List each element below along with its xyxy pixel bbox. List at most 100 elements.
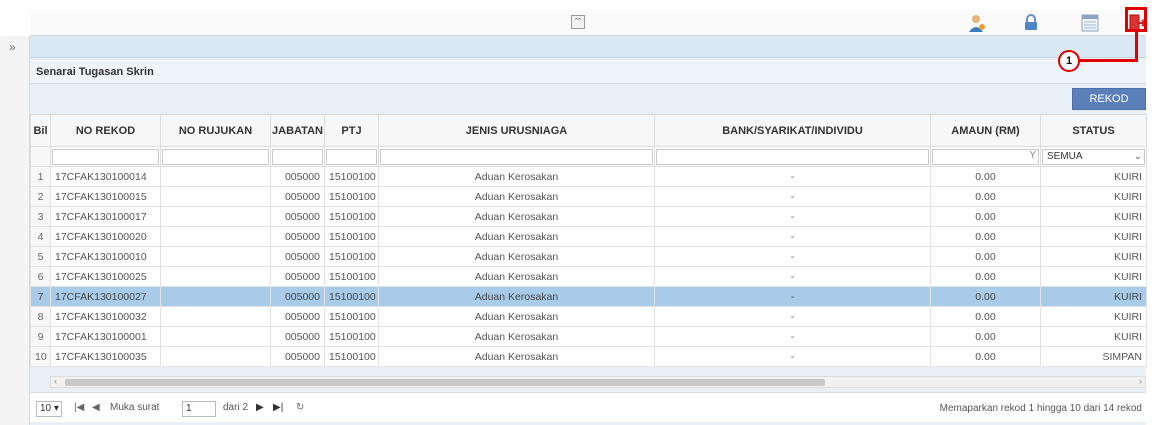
col-header-status[interactable]: STATUS bbox=[1040, 114, 1147, 147]
left-rail: » bbox=[0, 36, 30, 425]
cell-ptj: 15100100 bbox=[324, 186, 379, 207]
col-header-bil[interactable]: Bil bbox=[30, 114, 51, 147]
page-label: Muka surat bbox=[110, 402, 160, 413]
cell-jabatan: 005000 bbox=[270, 306, 325, 327]
cell-bil: 5 bbox=[30, 246, 51, 267]
cell-no-rujukan bbox=[160, 166, 271, 187]
cell-bank: - bbox=[654, 286, 931, 307]
table-row[interactable]: 1 17CFAK130100014 005000 15100100 Aduan Kero… bbox=[30, 166, 1147, 187]
panel-header-bar bbox=[30, 36, 1146, 58]
cell-ptj: 15100100 bbox=[324, 286, 379, 307]
col-header-ptj[interactable]: PTJ bbox=[324, 114, 379, 147]
cell-bil: 7 bbox=[30, 286, 51, 307]
callout-line bbox=[1135, 32, 1138, 61]
filter-jabatan-input[interactable] bbox=[272, 148, 323, 165]
expand-sidebar-icon[interactable]: » bbox=[9, 40, 16, 54]
table-row[interactable]: 5 17CFAK130100010 005000 15100100 Aduan Kero… bbox=[30, 246, 1147, 267]
cell-jenis-urusniaga: Aduan Kerosakan bbox=[378, 206, 655, 227]
col-header-no-rekod[interactable]: NO REKOD bbox=[50, 114, 161, 147]
filter-jenis-input[interactable] bbox=[380, 148, 653, 165]
lock-icon[interactable] bbox=[1021, 13, 1041, 33]
scroll-left-icon[interactable]: ‹ bbox=[54, 376, 57, 386]
cell-amaun: 0.00 bbox=[930, 246, 1041, 267]
first-page-icon[interactable]: |◀ bbox=[74, 402, 84, 413]
cell-ptj: 15100100 bbox=[324, 306, 379, 327]
filter-no-rekod-input[interactable] bbox=[52, 148, 159, 165]
page-number-input[interactable]: 1 bbox=[182, 401, 216, 417]
filter-amaun-input[interactable]: Υ bbox=[932, 148, 1039, 165]
cell-status: KUIRI bbox=[1040, 326, 1147, 347]
cell-bil: 10 bbox=[30, 346, 51, 367]
cell-jenis-urusniaga: Aduan Kerosakan bbox=[378, 166, 655, 187]
collapse-header-icon[interactable]: ˆˆ bbox=[571, 15, 585, 29]
cell-amaun: 0.00 bbox=[930, 206, 1041, 227]
next-page-icon[interactable]: ▶ bbox=[256, 402, 264, 413]
cell-status: KUIRI bbox=[1040, 246, 1147, 267]
filter-ptj-input[interactable] bbox=[326, 148, 377, 165]
cell-bank: - bbox=[654, 246, 931, 267]
scroll-right-icon[interactable]: › bbox=[1139, 376, 1142, 386]
cell-status: KUIRI bbox=[1040, 306, 1147, 327]
table-row[interactable]: 2 17CFAK130100015 005000 15100100 Aduan Kero… bbox=[30, 186, 1147, 207]
filter-cell bbox=[654, 146, 931, 167]
col-header-no-rujukan[interactable]: NO RUJUKAN bbox=[160, 114, 271, 147]
filter-cell bbox=[324, 146, 379, 167]
cell-amaun: 0.00 bbox=[930, 346, 1041, 367]
cell-no-rekod: 17CFAK130100027 bbox=[50, 286, 161, 307]
cell-bank: - bbox=[654, 266, 931, 287]
cell-no-rekod: 17CFAK130100035 bbox=[50, 346, 161, 367]
chevron-down-icon: ⌄ bbox=[1133, 150, 1142, 162]
cell-ptj: 15100100 bbox=[324, 346, 379, 367]
cell-amaun: 0.00 bbox=[930, 226, 1041, 247]
table-row[interactable]: 7 17CFAK130100027 005000 15100100 Aduan Kero… bbox=[30, 286, 1147, 307]
cell-jenis-urusniaga: Aduan Kerosakan bbox=[378, 246, 655, 267]
cell-amaun: 0.00 bbox=[930, 286, 1041, 307]
panel-title-bar: Senarai Tugasan Skrin bbox=[30, 60, 1146, 84]
main-panel: Senarai Tugasan Skrin REKOD BARU Bil NO … bbox=[30, 36, 1147, 425]
cell-jenis-urusniaga: Aduan Kerosakan bbox=[378, 266, 655, 287]
prev-page-icon[interactable]: ◀ bbox=[92, 402, 100, 413]
record-count-info: Memaparkan rekod 1 hingga 10 dari 14 rek… bbox=[939, 403, 1142, 414]
horizontal-scrollbar[interactable]: ‹ › bbox=[50, 376, 1146, 388]
cell-bil: 2 bbox=[30, 186, 51, 207]
cell-status: KUIRI bbox=[1040, 206, 1147, 227]
table-row[interactable]: 3 17CFAK130100017 005000 15100100 Aduan Kero… bbox=[30, 206, 1147, 227]
cell-no-rujukan bbox=[160, 206, 271, 227]
task-table: Bil NO REKOD NO RUJUKAN JABATAN PTJ JENI… bbox=[30, 114, 1147, 367]
cell-bank: - bbox=[654, 306, 931, 327]
filter-no-rujukan-input[interactable] bbox=[162, 148, 269, 165]
page-size-select[interactable]: 10 ▾ bbox=[36, 401, 62, 417]
table-row[interactable]: 9 17CFAK130100001 005000 15100100 Aduan Kero… bbox=[30, 326, 1147, 347]
cell-no-rekod: 17CFAK130100020 bbox=[50, 226, 161, 247]
cell-no-rujukan bbox=[160, 246, 271, 267]
table-row[interactable]: 6 17CFAK130100025 005000 15100100 Aduan Kero… bbox=[30, 266, 1147, 287]
cell-jabatan: 005000 bbox=[270, 186, 325, 207]
user-icon[interactable] bbox=[967, 13, 987, 33]
cell-ptj: 15100100 bbox=[324, 166, 379, 187]
col-header-jabatan[interactable]: JABATAN bbox=[270, 114, 325, 147]
cell-bil: 4 bbox=[30, 226, 51, 247]
cell-bil: 8 bbox=[30, 306, 51, 327]
cell-status: KUIRI bbox=[1040, 166, 1147, 187]
cell-amaun: 0.00 bbox=[930, 166, 1041, 187]
cell-status: KUIRI bbox=[1040, 226, 1147, 247]
new-record-button[interactable]: REKOD BARU bbox=[1072, 88, 1146, 125]
cell-no-rekod: 17CFAK130100017 bbox=[50, 206, 161, 227]
table-row[interactable]: 10 17CFAK130100035 005000 15100100 Aduan Ker… bbox=[30, 346, 1147, 367]
scrollbar-thumb[interactable] bbox=[65, 379, 825, 386]
callout-highlight-box bbox=[1125, 7, 1147, 32]
table-row[interactable]: 8 17CFAK130100032 005000 15100100 Aduan Kero… bbox=[30, 306, 1147, 327]
callout-line bbox=[1080, 59, 1138, 62]
filter-bank-input[interactable] bbox=[656, 148, 929, 165]
col-header-amaun[interactable]: AMAUN (RM) bbox=[930, 114, 1041, 147]
cell-ptj: 15100100 bbox=[324, 206, 379, 227]
last-page-icon[interactable]: ▶| bbox=[273, 402, 283, 413]
col-header-bank[interactable]: BANK/SYARIKAT/INDIVIDU bbox=[654, 114, 931, 147]
filter-funnel-icon[interactable]: Υ bbox=[1029, 150, 1036, 161]
col-header-jenis-urusniaga[interactable]: JENIS URUSNIAGA bbox=[378, 114, 655, 147]
filter-cell: SEMUA ⌄ bbox=[1040, 146, 1147, 167]
status-filter-select[interactable]: SEMUA ⌄ bbox=[1042, 148, 1145, 165]
table-row[interactable]: 4 17CFAK130100020 005000 15100100 Aduan Kero… bbox=[30, 226, 1147, 247]
refresh-icon[interactable]: ↻ bbox=[296, 402, 304, 413]
window-icon[interactable] bbox=[1080, 13, 1100, 33]
